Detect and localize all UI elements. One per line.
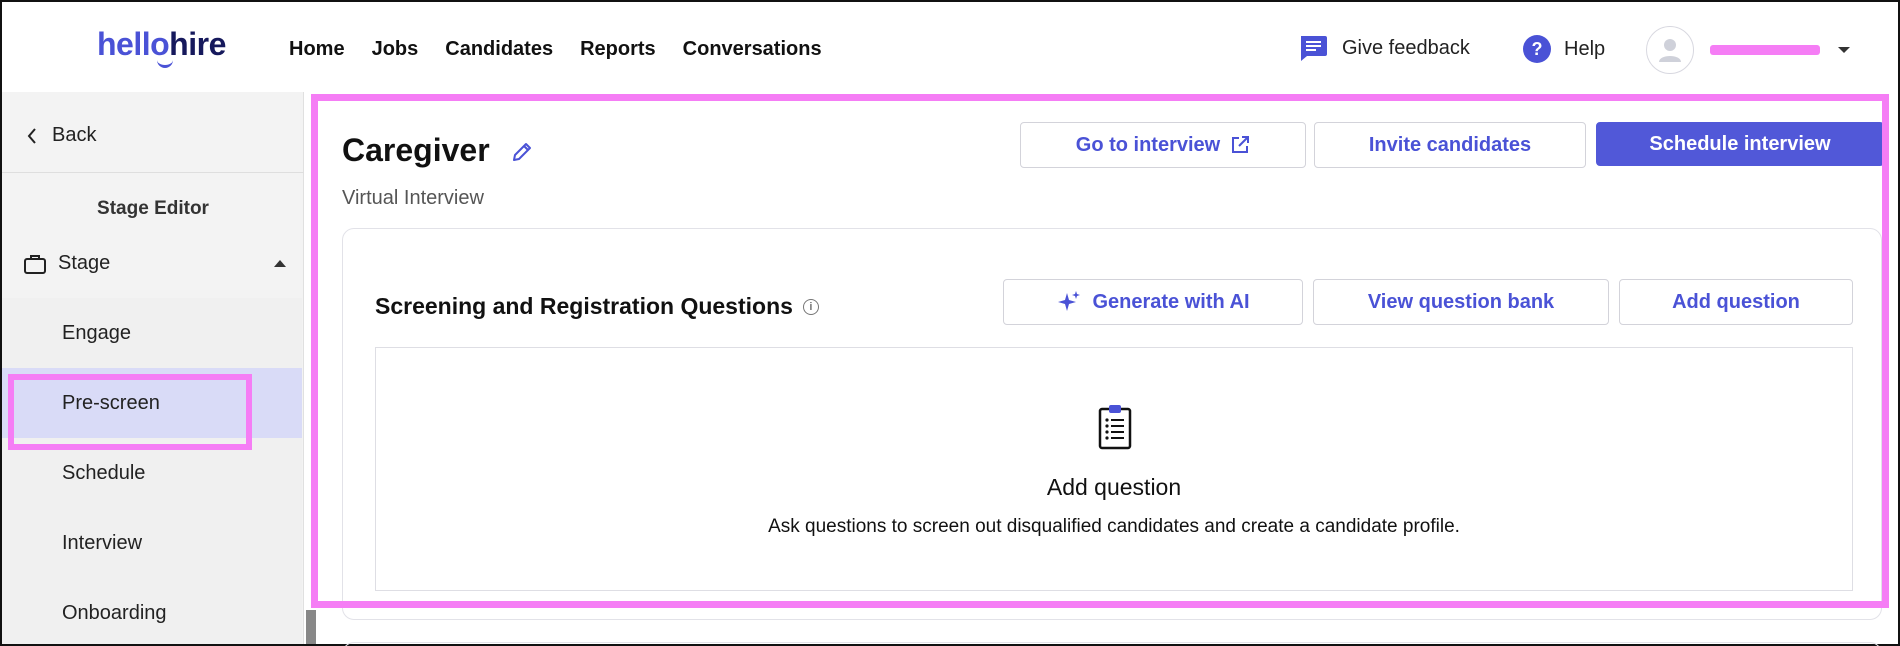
main-content: Caregiver Virtual Interview Go to interv… [316,92,1898,646]
person-icon [1659,39,1681,62]
avatar [1646,26,1694,74]
page-subtitle: Virtual Interview [342,187,484,209]
stage-list: Engage Pre-screen Schedule Interview Onb… [2,298,302,644]
stage-label: Stage [58,252,111,274]
schedule-interview-button[interactable]: Schedule interview [1596,122,1884,166]
external-link-icon [1232,136,1250,153]
nav-candidates[interactable]: Candidates [445,38,553,61]
nav-reports[interactable]: Reports [580,38,656,61]
sidebar-item-pre-screen[interactable]: Pre-screen [2,368,302,438]
go-to-interview-button[interactable]: Go to interview [1020,122,1306,168]
section-title-text: Screening and Registration Questions [375,293,793,319]
clipboard-list-icon [1098,404,1132,455]
nav-conversations[interactable]: Conversations [683,38,822,61]
go-to-interview-label: Go to interview [1075,133,1221,156]
logo-text-hire: hire [169,26,226,62]
sparkle-icon [1058,291,1081,311]
invite-candidates-button[interactable]: Invite candidates [1314,122,1586,168]
user-menu[interactable] [1646,26,1850,74]
main-nav: Home Jobs Candidates Reports Conversatio… [289,38,849,61]
pencil-icon[interactable] [510,140,534,169]
empty-questions-state[interactable]: Add question Ask questions to screen out… [375,347,1853,591]
view-question-bank-button[interactable]: View question bank [1313,279,1609,325]
empty-state-description: Ask questions to screen out disqualified… [768,516,1460,537]
add-question-button[interactable]: Add question [1619,279,1853,325]
sidebar-divider [2,172,304,173]
generate-with-ai-button[interactable]: Generate with AI [1003,279,1303,325]
questions-card: Screening and Registration Questions i G… [342,228,1882,620]
give-feedback-label: Give feedback [1342,36,1470,59]
stage-toggle[interactable]: Stage [24,252,286,275]
back-label: Back [52,124,97,146]
question-circle-icon: ? [1523,35,1551,63]
help-label: Help [1564,37,1606,60]
help-button[interactable]: ? Help [1522,34,1605,64]
chevron-up-icon [274,260,286,267]
sidebar-scrollbar[interactable] [306,610,316,644]
stage-sidebar: Back Stage Editor Stage Engage Pre-scree… [2,92,304,644]
sidebar-item-onboarding[interactable]: Onboarding [2,578,302,646]
section-title: Screening and Registration Questions i [375,293,819,320]
logo-smile-mark [157,60,173,68]
nav-jobs[interactable]: Jobs [372,38,419,61]
next-card-edge [342,642,1882,646]
back-button[interactable]: Back [26,124,96,147]
sidebar-item-engage[interactable]: Engage [2,298,302,368]
stage-editor-title: Stage Editor [97,198,209,219]
briefcase-icon [24,254,46,274]
sidebar-item-schedule[interactable]: Schedule [2,438,302,508]
svg-text:?: ? [1532,39,1543,59]
give-feedback-button[interactable]: Give feedback [1298,34,1470,62]
chevron-left-icon [27,127,36,144]
logo-text-hello: hello [97,26,170,62]
chevron-down-icon [1838,47,1850,53]
nav-home[interactable]: Home [289,38,345,61]
sidebar-item-interview[interactable]: Interview [2,508,302,578]
chat-bubble-icon [1301,36,1327,61]
empty-state-title: Add question [1046,474,1182,500]
redacted-username [1710,45,1820,55]
hellohire-logo[interactable]: hellohire [97,26,226,68]
page-title: Caregiver [342,132,490,168]
generate-with-ai-label: Generate with AI [1092,290,1250,313]
top-header: hellohire Home Jobs Candidates Reports C… [2,2,1898,92]
info-icon[interactable]: i [802,298,819,315]
